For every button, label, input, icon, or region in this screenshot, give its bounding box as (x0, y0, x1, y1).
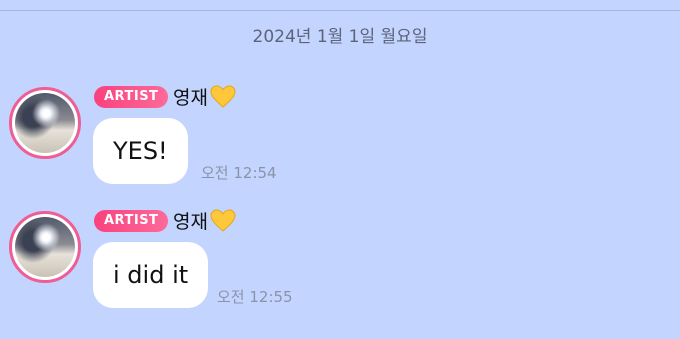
top-divider-line (0, 10, 680, 11)
sender-row: 영재 (173, 207, 236, 234)
avatar[interactable] (9, 87, 81, 159)
artist-badge: ARTIST (94, 86, 169, 108)
avatar-photo (15, 217, 75, 277)
sender-name[interactable]: 영재 (173, 207, 208, 234)
sender-name[interactable]: 영재 (173, 83, 208, 110)
yellow-heart-icon (210, 84, 236, 108)
message-bubble[interactable]: i did it (93, 242, 209, 308)
avatar-photo (15, 93, 75, 153)
avatar[interactable] (9, 211, 81, 283)
chat-message: ARTIST 영재 i did it 오전 12:55 (0, 206, 680, 316)
sender-row: 영재 (173, 83, 236, 110)
message-time: 오전 12:54 (201, 164, 277, 182)
message-bubble[interactable]: YES! (93, 118, 188, 184)
yellow-heart-icon (210, 208, 236, 232)
message-time: 오전 12:55 (217, 288, 293, 306)
chat-message: ARTIST 영재 YES! 오전 12:54 (0, 82, 680, 192)
date-divider: 2024년 1월 1일 월요일 (252, 27, 428, 47)
artist-badge: ARTIST (94, 210, 169, 232)
